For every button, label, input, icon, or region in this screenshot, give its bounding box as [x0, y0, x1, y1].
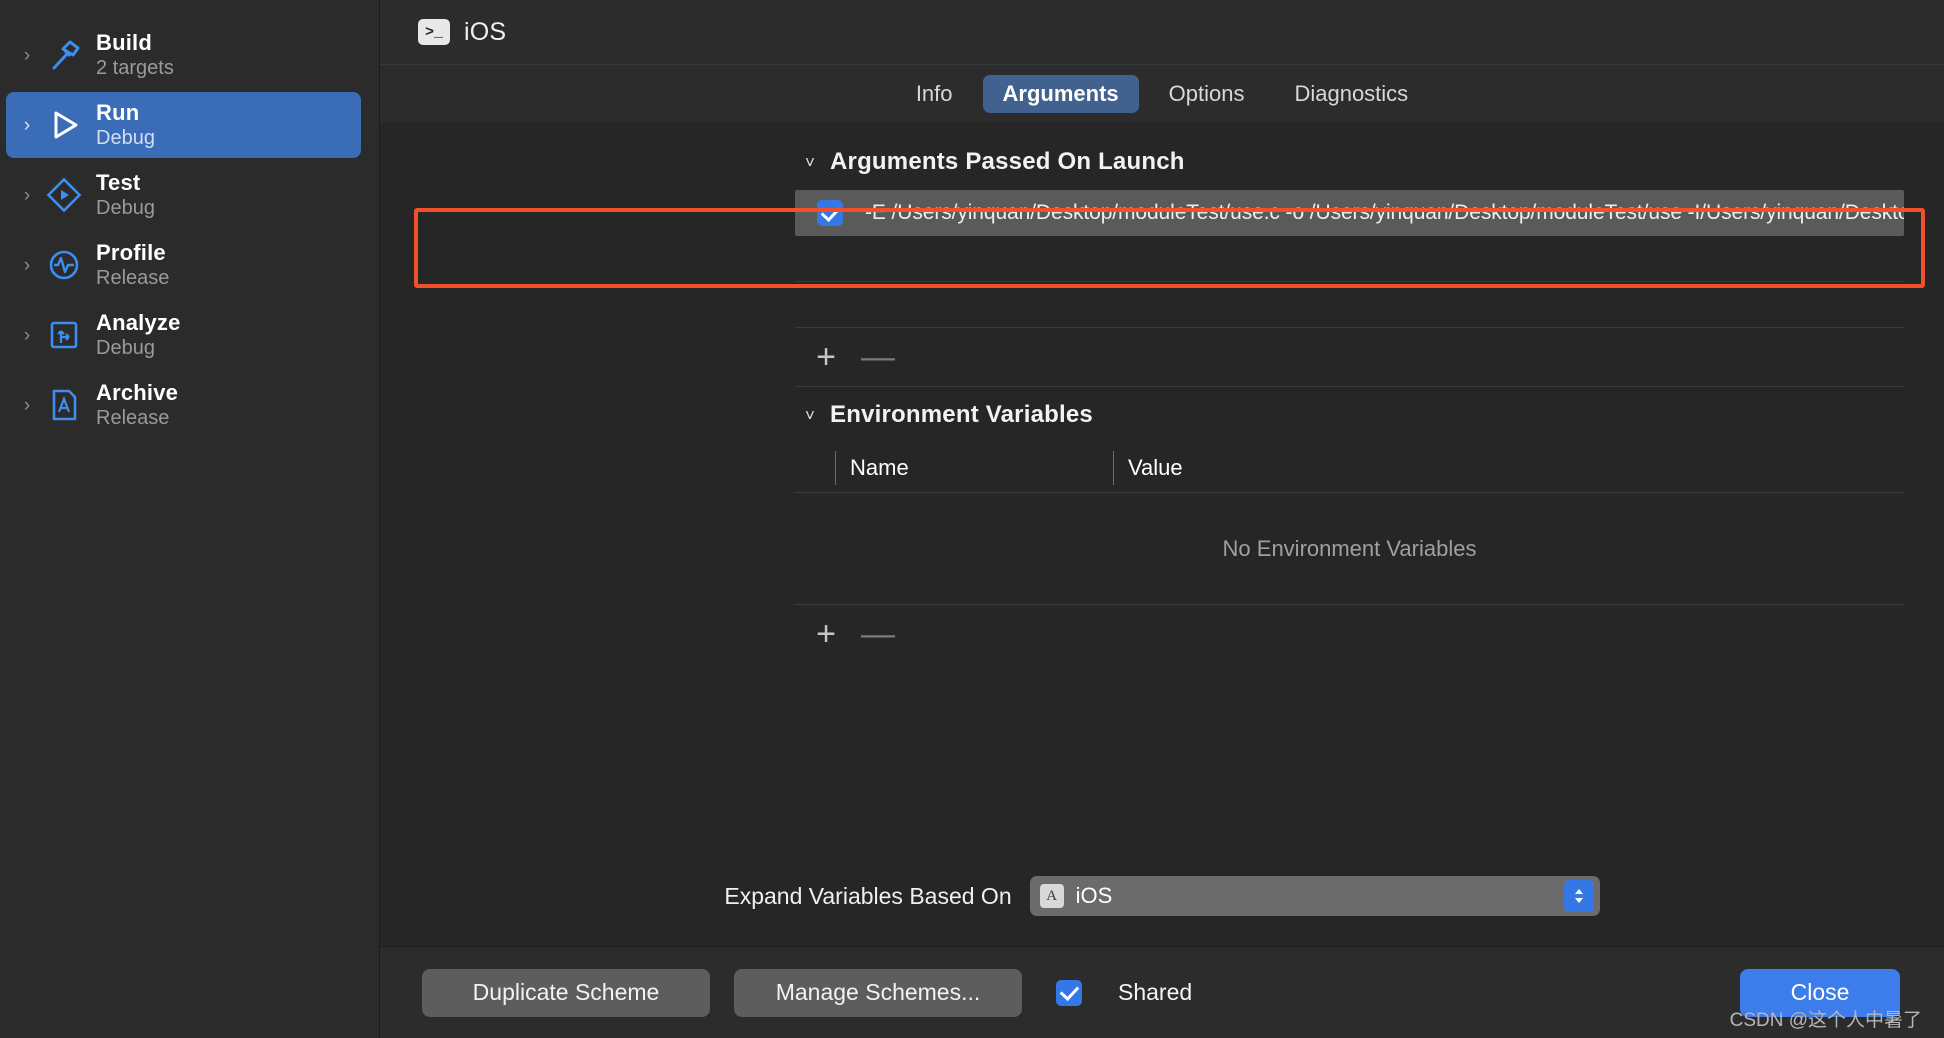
play-icon [42, 103, 86, 147]
shared-label: Shared [1118, 979, 1193, 1005]
chevron-down-icon[interactable]: ˅ [805, 407, 815, 424]
analyze-icon [42, 313, 86, 357]
terminal-glyph: >_ [424, 23, 443, 41]
environment-add-remove-controls: + — [795, 605, 1904, 663]
duplicate-scheme-button[interactable]: Duplicate Scheme [422, 968, 710, 1017]
remove-environment-variable-button[interactable]: — [861, 617, 895, 651]
chevron-up-down-icon[interactable] [1563, 880, 1594, 912]
sidebar-item-title: Archive [96, 379, 179, 405]
chevron-down-icon[interactable]: ˅ [805, 154, 815, 171]
sidebar-item-title: Analyze [96, 309, 181, 335]
argument-empty-row[interactable] [795, 236, 1904, 282]
expand-variables-value: iOS [1075, 883, 1113, 908]
gauge-icon [42, 243, 86, 287]
environment-section-title: Environment Variables [830, 401, 1093, 428]
argument-empty-row[interactable] [795, 282, 1904, 328]
sidebar-item-title: Test [96, 169, 141, 195]
column-header-value[interactable]: Value [1113, 450, 1904, 485]
sidebar-item-run[interactable]: › Run Debug [6, 92, 361, 158]
hammer-icon [42, 33, 86, 77]
add-environment-variable-button[interactable]: + [813, 617, 839, 651]
app-icon: A [1039, 884, 1064, 908]
archive-icon [42, 383, 86, 427]
chevron-right-icon[interactable]: › [12, 326, 42, 345]
sidebar-item-title: Profile [96, 239, 166, 265]
chevron-right-icon[interactable]: › [12, 396, 42, 415]
scheme-editor-window: › Build 2 targets › Run Debug › Test Deb… [0, 0, 1944, 1038]
argument-text[interactable]: -E /Users/yinquan/Desktop/moduleTest/use… [865, 201, 1904, 225]
dialog-footer: Duplicate Scheme Manage Schemes... Share… [380, 946, 1944, 1038]
sidebar-item-profile[interactable]: › Profile Release [6, 232, 361, 298]
diamond-play-icon [42, 173, 86, 217]
environment-table-header: Name Value [795, 443, 1904, 493]
manage-schemes-button[interactable]: Manage Schemes... [734, 968, 1022, 1017]
remove-argument-button[interactable]: — [861, 340, 895, 374]
chevron-right-icon[interactable]: › [12, 116, 42, 135]
add-argument-button[interactable]: + [813, 340, 839, 374]
tab-diagnostics[interactable]: Diagnostics [1274, 75, 1428, 113]
tab-options[interactable]: Options [1149, 75, 1265, 113]
sidebar-item-analyze[interactable]: › Analyze Debug [6, 302, 361, 368]
arguments-list: -E /Users/yinquan/Desktop/moduleTest/use… [380, 190, 1944, 386]
sidebar-item-subtitle: 2 targets [96, 57, 174, 80]
chevron-right-icon[interactable]: › [12, 186, 42, 205]
chevron-right-icon[interactable]: › [12, 256, 42, 275]
shared-checkbox[interactable] [1056, 979, 1082, 1006]
tab-bar: Info Arguments Options Diagnostics [380, 64, 1944, 122]
expand-variables-popup[interactable]: A iOS [1029, 876, 1600, 916]
expand-variables-label: Expand Variables Based On [724, 882, 1012, 909]
sidebar-item-subtitle: Debug [96, 337, 155, 360]
environment-section-header[interactable]: ˅ Environment Variables [380, 387, 1944, 443]
scheme-actions-sidebar: › Build 2 targets › Run Debug › Test Deb… [0, 0, 380, 1038]
environment-table: Name Value No Environment Variables + — [380, 443, 1944, 663]
arguments-panel: ˅ Arguments Passed On Launch -E /Users/y… [380, 122, 1944, 946]
scheme-titlebar: >_ iOS [380, 0, 1944, 64]
environment-empty-message: No Environment Variables [795, 493, 1904, 605]
arguments-section-title: Arguments Passed On Launch [830, 148, 1185, 175]
argument-enabled-checkbox[interactable] [817, 200, 843, 226]
sidebar-item-subtitle: Release [96, 407, 170, 430]
sidebar-item-test[interactable]: › Test Debug [6, 162, 361, 228]
arguments-section-header[interactable]: ˅ Arguments Passed On Launch [380, 134, 1944, 190]
expand-variables-row: Expand Variables Based On A iOS [380, 876, 1944, 916]
sidebar-item-build[interactable]: › Build 2 targets [6, 22, 361, 88]
chevron-right-icon[interactable]: › [12, 46, 42, 65]
sidebar-item-subtitle: Debug [96, 197, 155, 220]
sidebar-item-subtitle: Debug [96, 127, 155, 150]
sidebar-item-title: Run [96, 99, 140, 125]
sidebar-item-archive[interactable]: › Archive Release [6, 372, 361, 438]
main-pane: >_ iOS Info Arguments Options Diagnostic… [380, 0, 1944, 1038]
sidebar-item-title: Build [96, 29, 152, 55]
argument-row[interactable]: -E /Users/yinquan/Desktop/moduleTest/use… [795, 190, 1904, 236]
watermark: CSDN @这个人中暑了 [1729, 1010, 1922, 1031]
shared-checkbox-group[interactable]: Shared [1056, 979, 1192, 1006]
page-title: iOS [464, 17, 507, 46]
tab-arguments[interactable]: Arguments [982, 74, 1139, 113]
terminal-icon: >_ [418, 19, 450, 45]
sidebar-item-subtitle: Release [96, 267, 170, 290]
arguments-empty-rows [795, 236, 1904, 328]
arguments-add-remove-controls: + — [795, 328, 1904, 386]
column-header-name[interactable]: Name [835, 450, 1113, 485]
tab-info[interactable]: Info [896, 75, 973, 113]
